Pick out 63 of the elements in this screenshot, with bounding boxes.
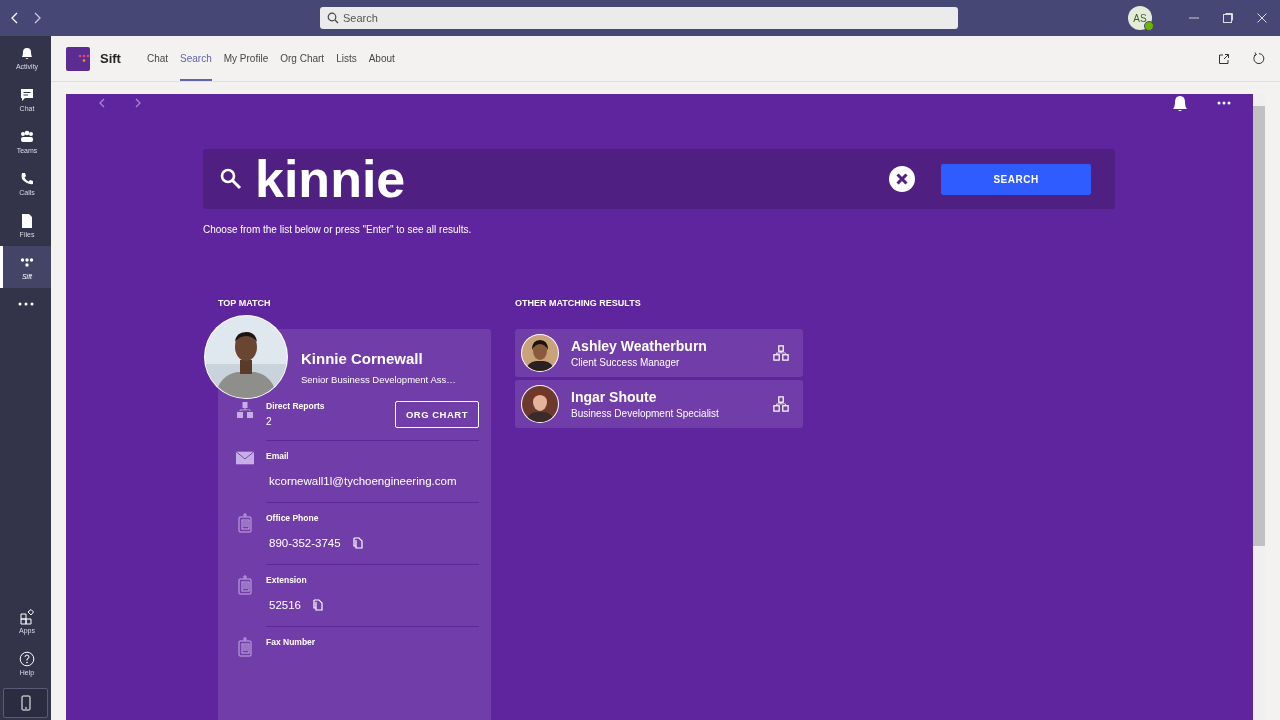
app-name: Sift [100,51,121,66]
app-tab[interactable]: My Profile [223,36,269,81]
field-value: 2 [266,416,273,427]
file-icon [19,212,35,229]
desk-phone-icon [238,513,252,533]
people-icon [19,128,35,145]
app-tab[interactable]: Lists [336,36,357,81]
app-tab[interactable]: Org Chart [280,36,325,81]
field-label: Email [266,451,289,461]
clear-icon[interactable] [889,166,915,192]
search-button[interactable]: SEARCH [941,163,1091,195]
search-icon [219,167,243,191]
search-field[interactable]: Search [320,7,958,29]
desk-phone-icon [238,637,252,657]
person-name: Ashley Weatherburn [571,338,708,354]
user-avatar[interactable]: AS [1128,6,1152,30]
job-title: Client Success Manager [571,357,681,368]
more-icon[interactable] [1217,101,1231,105]
phone-icon [19,170,35,187]
mail-icon [236,451,254,465]
search-hint: Choose from the list below or press "Enter" to see all results. [203,224,473,235]
app-tab[interactable]: Chat [146,36,169,81]
apps-icon [19,608,35,625]
help-icon [19,650,35,667]
person-name: Ingar Shoute [571,389,658,405]
back-icon[interactable] [10,12,20,24]
pop-out-icon[interactable] [1218,52,1230,65]
org-chart-icon[interactable] [773,345,789,361]
field-value: 890-352-3745 [269,537,341,549]
desk-phone-icon [238,575,252,595]
mobile-button[interactable] [3,688,48,718]
field-label: Direct Reports [266,401,325,411]
close-icon[interactable] [1256,12,1268,24]
field-label: Office Phone [266,513,319,523]
chat-icon [19,86,35,103]
forward-icon[interactable] [32,12,42,24]
refresh-icon[interactable] [1252,52,1265,65]
field-value: kcornewall1l@tychoengineering.com [269,475,457,487]
job-title: Senior Business Development Ass… [301,374,457,385]
phone-device-icon [20,695,31,711]
search-box[interactable]: kinnie SEARCH [203,149,1115,209]
forward-icon[interactable] [134,97,142,109]
more-icon[interactable] [17,302,34,306]
app-logo-icon [66,46,90,71]
field-label: Extension [266,575,307,585]
maximize-icon[interactable] [1222,12,1234,24]
result-item[interactable]: Ingar Shoute Business Development Specialist [515,380,803,428]
field-value: 52516 [269,599,301,611]
org-chart-icon [236,401,254,419]
job-title: Business Development Specialist [571,408,720,419]
org-chart-icon[interactable] [773,396,789,412]
search-icon [327,12,339,24]
section-heading: OTHER MATCHING RESULTS [515,298,642,308]
bell-icon[interactable] [1171,94,1189,112]
copy-icon[interactable] [313,599,323,611]
copy-icon[interactable] [352,537,363,549]
result-item[interactable]: Ashley Weatherburn Client Success Manager [515,329,803,377]
field-label: Fax Number [266,637,316,647]
app-tab[interactable]: Search [180,36,212,81]
org-chart-button[interactable]: ORG CHART [394,401,479,428]
person-name: Kinnie Cornewall [301,350,424,367]
app-tab[interactable]: About [368,36,395,81]
section-heading: TOP MATCH [218,298,272,308]
